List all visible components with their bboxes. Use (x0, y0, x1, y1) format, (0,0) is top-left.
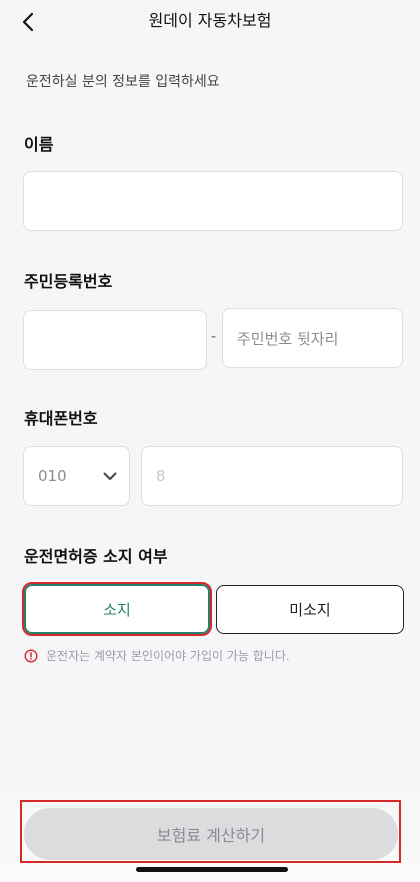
phone-number-input[interactable]: 8 (141, 446, 403, 506)
license-label: 운전면허증 소지 여부 (24, 547, 168, 566)
rrn-front-input[interactable] (23, 310, 207, 370)
phone-label: 휴대폰번호 (24, 409, 98, 428)
license-notice-text: 운전자는 계약자 본인이어야 가입이 가능 합니다. (46, 649, 290, 663)
warning-circle-icon (24, 648, 38, 663)
license-not-have-button[interactable]: 미소지 (216, 585, 404, 634)
home-indicator (136, 867, 288, 872)
name-input[interactable] (23, 171, 403, 231)
rrn-back-input[interactable]: 주민번호 뒷자리 (222, 308, 403, 368)
page-title: 원데이 자동차보험 (148, 11, 272, 30)
name-label: 이름 (24, 135, 54, 154)
phone-number-placeholder: 8 (156, 467, 166, 485)
license-have-button[interactable]: 소지 (22, 582, 212, 636)
rrn-separator: - (211, 329, 217, 345)
license-notice: 운전자는 계약자 본인이어야 가입이 가능 합니다. (24, 647, 290, 664)
rrn-label: 주민등록번호 (24, 272, 113, 291)
rrn-back-placeholder: 주민번호 뒷자리 (237, 329, 339, 348)
form-instruction: 운전하실 분의 정보를 입력하세요 (26, 74, 220, 90)
chevron-down-icon (103, 447, 117, 505)
header: 원데이 자동차보험 (0, 0, 420, 44)
calculate-premium-button[interactable]: 보험료 계산하기 (24, 808, 398, 860)
phone-prefix-select[interactable]: 010 (23, 446, 130, 506)
phone-prefix-value: 010 (38, 467, 67, 485)
